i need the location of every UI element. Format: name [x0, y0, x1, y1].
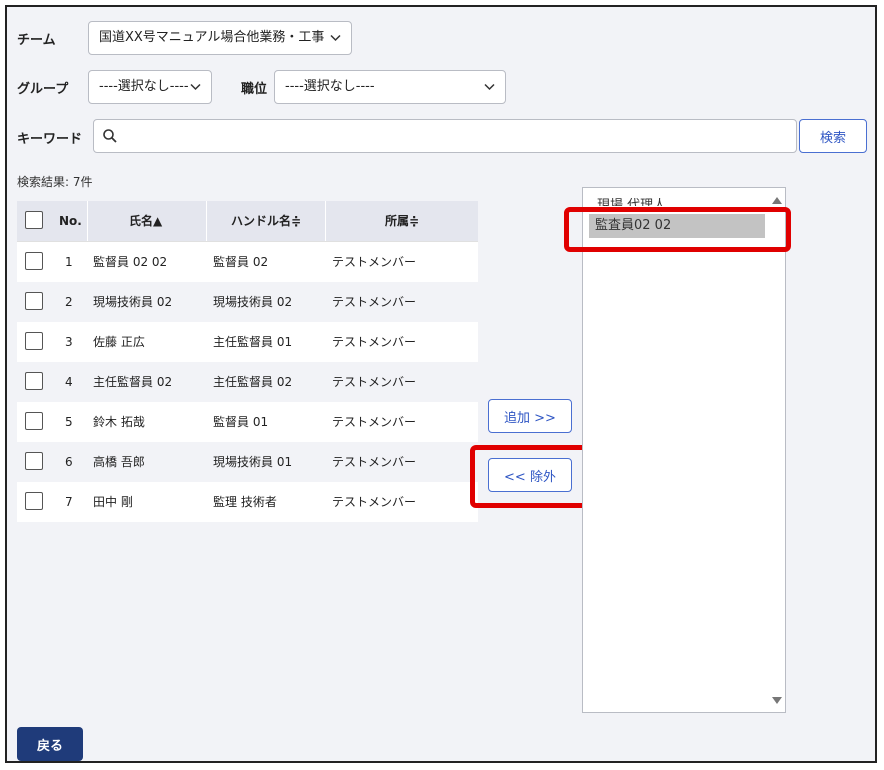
row-checkbox[interactable] [25, 332, 43, 350]
team-select-value: 国道XX号マニュアル場合他業務・工事 [99, 30, 325, 45]
member-table: No. 氏名▲ ハンドル名≑ 所属≑ 1 監督員 02 02 監督員 02 テス… [17, 201, 478, 522]
selected-member-list[interactable]: 現場 代理人 監査員02 02 [582, 187, 786, 713]
page-frame: チーム 国道XX号マニュアル場合他業務・工事 グループ ----選択なし----… [5, 5, 877, 763]
table-row[interactable]: 7 田中 剛 監理 技術者 テストメンバー [17, 482, 478, 522]
row-affiliation: テストメンバー [332, 415, 417, 429]
row-name: 現場技術員 02 [93, 295, 173, 309]
row-handle: 監督員 02 [213, 255, 269, 269]
chevron-down-icon [484, 71, 495, 91]
list-item-highlight [564, 207, 791, 252]
add-button[interactable]: 追加 >> [488, 399, 572, 433]
row-handle: 現場技術員 02 [213, 295, 293, 309]
column-header-handle[interactable]: ハンドル名≑ [231, 201, 301, 241]
table-row[interactable]: 1 監督員 02 02 監督員 02 テストメンバー [17, 242, 478, 282]
keyword-label: キーワード [17, 132, 83, 147]
row-affiliation: テストメンバー [332, 495, 417, 509]
row-affiliation: テストメンバー [332, 335, 417, 349]
row-affiliation: テストメンバー [332, 455, 417, 469]
group-select[interactable]: ----選択なし---- [88, 70, 212, 104]
row-checkbox[interactable] [25, 492, 43, 510]
column-header-no: No. [59, 214, 82, 228]
row-handle: 主任監督員 02 [213, 375, 293, 389]
table-row[interactable]: 5 鈴木 拓哉 監督員 01 テストメンバー [17, 402, 478, 442]
row-checkbox[interactable] [25, 412, 43, 430]
row-no: 7 [65, 495, 73, 509]
row-name: 田中 剛 [93, 495, 133, 509]
row-checkbox[interactable] [25, 292, 43, 310]
team-select[interactable]: 国道XX号マニュアル場合他業務・工事 [88, 21, 352, 55]
search-icon [102, 128, 118, 148]
table-row[interactable]: 4 主任監督員 02 主任監督員 02 テストメンバー [17, 362, 478, 402]
row-name: 鈴木 拓哉 [93, 415, 145, 429]
scroll-down-arrow-icon[interactable] [771, 691, 783, 710]
table-row[interactable]: 3 佐藤 正広 主任監督員 01 テストメンバー [17, 322, 478, 362]
group-label: グループ [17, 82, 69, 97]
table-row[interactable]: 2 現場技術員 02 現場技術員 02 テストメンバー [17, 282, 478, 322]
chevron-down-icon [190, 71, 201, 91]
row-handle: 監督員 01 [213, 415, 269, 429]
row-no: 4 [65, 375, 73, 389]
chevron-down-icon [330, 22, 341, 42]
row-name: 高橋 吾郎 [93, 455, 145, 469]
row-checkbox[interactable] [25, 372, 43, 390]
row-no: 2 [65, 295, 73, 309]
row-no: 6 [65, 455, 73, 469]
row-handle: 現場技術員 01 [213, 455, 293, 469]
result-count: 検索結果: 7件 [17, 175, 93, 189]
keyword-input[interactable] [124, 122, 788, 152]
position-select-value: ----選択なし---- [285, 79, 375, 94]
list-group-header: 現場 代理人 [597, 198, 667, 206]
team-label: チーム [17, 33, 56, 48]
position-select[interactable]: ----選択なし---- [274, 70, 506, 104]
column-header-affiliation[interactable]: 所属≑ [385, 201, 419, 241]
back-button[interactable]: 戻る [17, 727, 83, 761]
row-no: 5 [65, 415, 73, 429]
table-header: No. 氏名▲ ハンドル名≑ 所属≑ [17, 201, 478, 242]
search-button[interactable]: 検索 [799, 119, 867, 153]
row-no: 3 [65, 335, 73, 349]
row-name: 主任監督員 02 [93, 375, 173, 389]
row-no: 1 [65, 255, 73, 269]
keyword-field[interactable] [93, 119, 797, 153]
column-header-name[interactable]: 氏名▲ [129, 201, 162, 241]
select-all-checkbox[interactable] [25, 211, 43, 229]
row-affiliation: テストメンバー [332, 295, 417, 309]
row-handle: 主任監督員 01 [213, 335, 293, 349]
position-label: 職位 [241, 82, 268, 97]
row-checkbox[interactable] [25, 252, 43, 270]
row-name: 監督員 02 02 [93, 255, 168, 269]
remove-button-highlight [470, 445, 589, 508]
row-name: 佐藤 正広 [93, 335, 145, 349]
row-affiliation: テストメンバー [332, 255, 417, 269]
row-affiliation: テストメンバー [332, 375, 417, 389]
group-select-value: ----選択なし---- [99, 79, 189, 94]
row-checkbox[interactable] [25, 452, 43, 470]
row-handle: 監理 技術者 [213, 495, 277, 509]
table-row[interactable]: 6 高橋 吾郎 現場技術員 01 テストメンバー [17, 442, 478, 482]
